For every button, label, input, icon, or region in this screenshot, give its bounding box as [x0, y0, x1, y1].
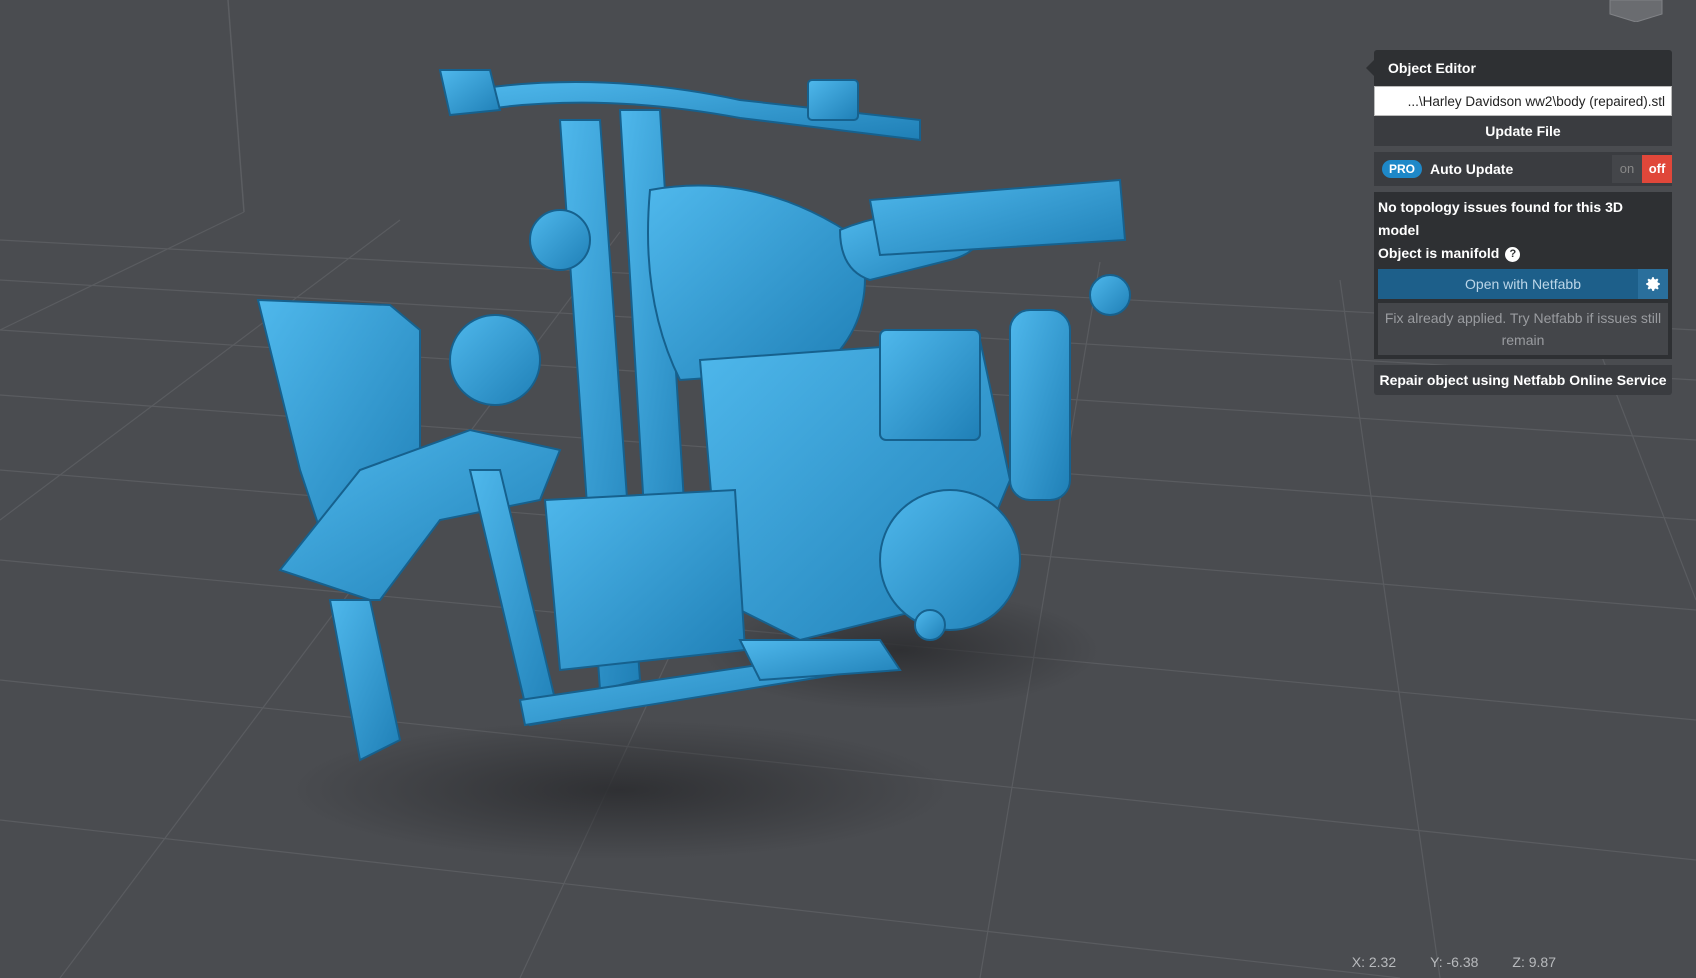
gear-icon[interactable] — [1638, 269, 1668, 299]
open-with-netfabb-button[interactable]: Open with Netfabb — [1378, 269, 1668, 299]
coord-y: Y: -6.38 — [1430, 954, 1479, 970]
toggle-off-option[interactable]: off — [1642, 155, 1672, 183]
panel-title: Object Editor — [1366, 50, 1672, 86]
update-file-button[interactable]: Update File — [1374, 116, 1672, 146]
topology-status-box: No topology issues found for this 3D mod… — [1374, 192, 1672, 359]
file-path-field[interactable] — [1374, 86, 1672, 116]
toggle-on-option[interactable]: on — [1612, 155, 1642, 183]
coord-x: X: 2.32 — [1351, 954, 1397, 970]
pro-badge: PRO — [1382, 160, 1423, 178]
auto-update-toggle[interactable]: on off — [1612, 155, 1672, 183]
open-with-netfabb-label: Open with Netfabb — [1465, 276, 1581, 292]
view-cube[interactable] — [1606, 0, 1666, 26]
auto-update-row: PRO Auto Update on off — [1374, 152, 1672, 186]
object-editor-panel: Object Editor Update File PRO Auto Updat… — [1366, 50, 1672, 395]
topology-status: No topology issues found for this 3D mod… — [1378, 199, 1623, 238]
question-circle-icon[interactable]: ? — [1505, 246, 1521, 262]
repair-netfabb-online-button[interactable]: Repair object using Netfabb Online Servi… — [1374, 365, 1672, 395]
coord-z: Z: 9.87 — [1512, 954, 1556, 970]
auto-update-label: Auto Update — [1430, 161, 1514, 177]
manifold-status-row: Object is manifold? — [1374, 242, 1668, 265]
fix-note: Fix already applied. Try Netfabb if issu… — [1378, 303, 1668, 355]
manifold-status: Object is manifold — [1378, 245, 1500, 261]
coordinate-readout: X: 2.32 Y: -6.38 Z: 9.87 — [1352, 954, 1556, 970]
